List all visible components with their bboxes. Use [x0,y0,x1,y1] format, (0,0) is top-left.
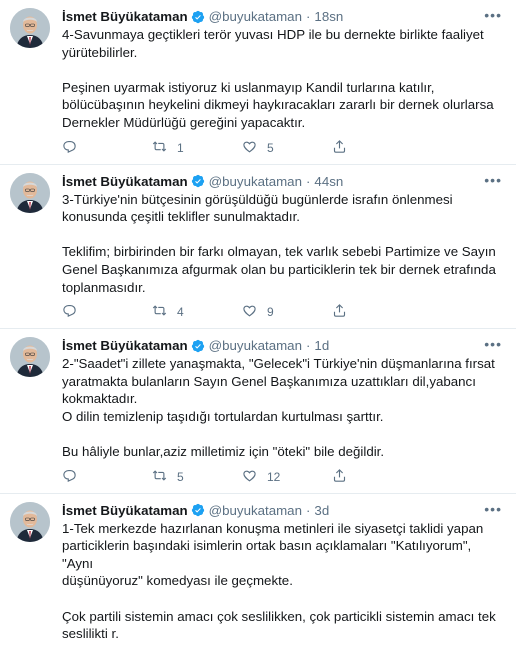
share-button[interactable] [332,468,422,486]
author-handle[interactable]: @buyukataman [209,502,302,519]
separator-dot: · [305,502,311,518]
tweet-header: İsmet Büyükataman @buyukataman · 18sn [62,8,504,25]
author-name[interactable]: İsmet Büyükataman [62,173,188,190]
retweet-icon [152,303,177,321]
author-name[interactable]: İsmet Büyükataman [62,8,188,25]
tweet-text: 1-Tek merkezde hazırlanan konuşma metinl… [62,520,504,643]
like-count: 12 [267,469,281,484]
tweet-paragraph: Teklifim; birbirinden bir farkı olmayan,… [62,244,496,295]
tweet-paragraph: 4-Savunmaya geçtikleri terör yuvası HDP … [62,27,484,60]
like-icon [242,139,267,157]
retweet-count: 5 [177,469,184,484]
like-count: 5 [267,140,274,155]
reply-icon [62,468,87,486]
tweet-paragraph: Peşinen uyarmak istiyoruz ki uslanmayıp … [62,79,494,130]
more-icon[interactable]: ••• [484,173,502,187]
more-icon[interactable]: ••• [484,8,502,22]
tweet-header: İsmet Büyükataman @buyukataman · 1d [62,337,504,354]
share-icon [332,303,347,321]
separator-dot: · [305,9,311,24]
avatar[interactable] [10,172,50,213]
tweet-paragraph: Çok partili sistemin amacı çok seslilikk… [62,608,496,642]
retweet-icon [152,139,177,157]
verified-badge-icon [191,10,205,24]
share-icon [332,139,347,157]
tweet[interactable]: İsmet Büyükataman @buyukataman · 18sn ••… [0,0,516,165]
tweet-time[interactable]: 44sn [314,173,343,190]
retweet-count: 1 [177,140,184,155]
tweet[interactable]: İsmet Büyükataman @buyukataman · 1d ••• … [0,329,516,494]
share-icon [332,468,347,486]
retweet-button[interactable]: 1 [152,139,242,157]
like-button[interactable]: 12 [242,468,332,486]
reply-icon [62,303,87,321]
tweet-paragraph: 3-Türkiye'nin bütçesinin görüşüldüğü bug… [62,191,453,225]
like-count: 9 [267,305,274,320]
retweet-icon [152,468,177,486]
tweet-actions: 6 22 [62,643,504,647]
tweet-time[interactable]: 18sn [314,8,343,25]
like-icon [242,468,267,486]
avatar[interactable] [10,337,50,378]
verified-badge-icon [191,339,205,353]
tweet-actions: 1 5 [62,132,504,164]
verified-badge-icon [191,174,205,188]
avatar[interactable] [10,501,50,542]
author-handle[interactable]: @buyukataman [209,8,302,25]
tweet-header: İsmet Büyükataman @buyukataman · 3d [62,502,504,519]
separator-dot: · [305,338,311,354]
tweet-paragraph: Bu hâliyle bunlar,aziz milletimiz için "… [62,444,385,460]
tweet-actions: 4 9 [62,296,504,328]
more-icon[interactable]: ••• [484,502,502,516]
tweet-time[interactable]: 1d [314,337,329,354]
retweet-count: 4 [177,305,184,320]
share-button[interactable] [332,139,422,157]
tweet-text: 4-Savunmaya geçtikleri terör yuvası HDP … [62,26,504,132]
like-button[interactable]: 5 [242,139,332,157]
like-button[interactable]: 9 [242,303,332,321]
author-name[interactable]: İsmet Büyükataman [62,502,188,519]
tweet[interactable]: İsmet Büyükataman @buyukataman · 44sn ••… [0,165,516,330]
tweet-paragraph: 1-Tek merkezde hazırlanan konuşma metinl… [62,520,484,589]
tweet-paragraph: 2-"Saadet"i zillete yanaşmakta, "Gelecek… [62,356,495,424]
tweet-text: 3-Türkiye'nin bütçesinin görüşüldüğü bug… [62,191,504,297]
separator-dot: · [305,173,311,189]
author-handle[interactable]: @buyukataman [209,173,302,190]
retweet-button[interactable]: 5 [152,468,242,486]
reply-button[interactable] [62,303,152,321]
author-name[interactable]: İsmet Büyükataman [62,337,188,354]
reply-button[interactable] [62,139,152,157]
like-icon [242,303,267,321]
reply-icon [62,139,87,157]
author-handle[interactable]: @buyukataman [209,337,302,354]
reply-button[interactable] [62,468,152,486]
retweet-button[interactable]: 4 [152,303,242,321]
more-icon[interactable]: ••• [484,337,502,351]
tweet-text: 2-"Saadet"i zillete yanaşmakta, "Gelecek… [62,355,504,461]
tweet-time[interactable]: 3d [314,502,329,519]
timeline: İsmet Büyükataman @buyukataman · 18sn ••… [0,0,516,647]
avatar[interactable] [10,8,50,48]
tweet-actions: 5 12 [62,461,504,493]
tweet[interactable]: İsmet Büyükataman @buyukataman · 3d ••• … [0,494,516,647]
verified-badge-icon [191,503,205,517]
tweet-header: İsmet Büyükataman @buyukataman · 44sn [62,173,504,190]
share-button[interactable] [332,303,422,321]
